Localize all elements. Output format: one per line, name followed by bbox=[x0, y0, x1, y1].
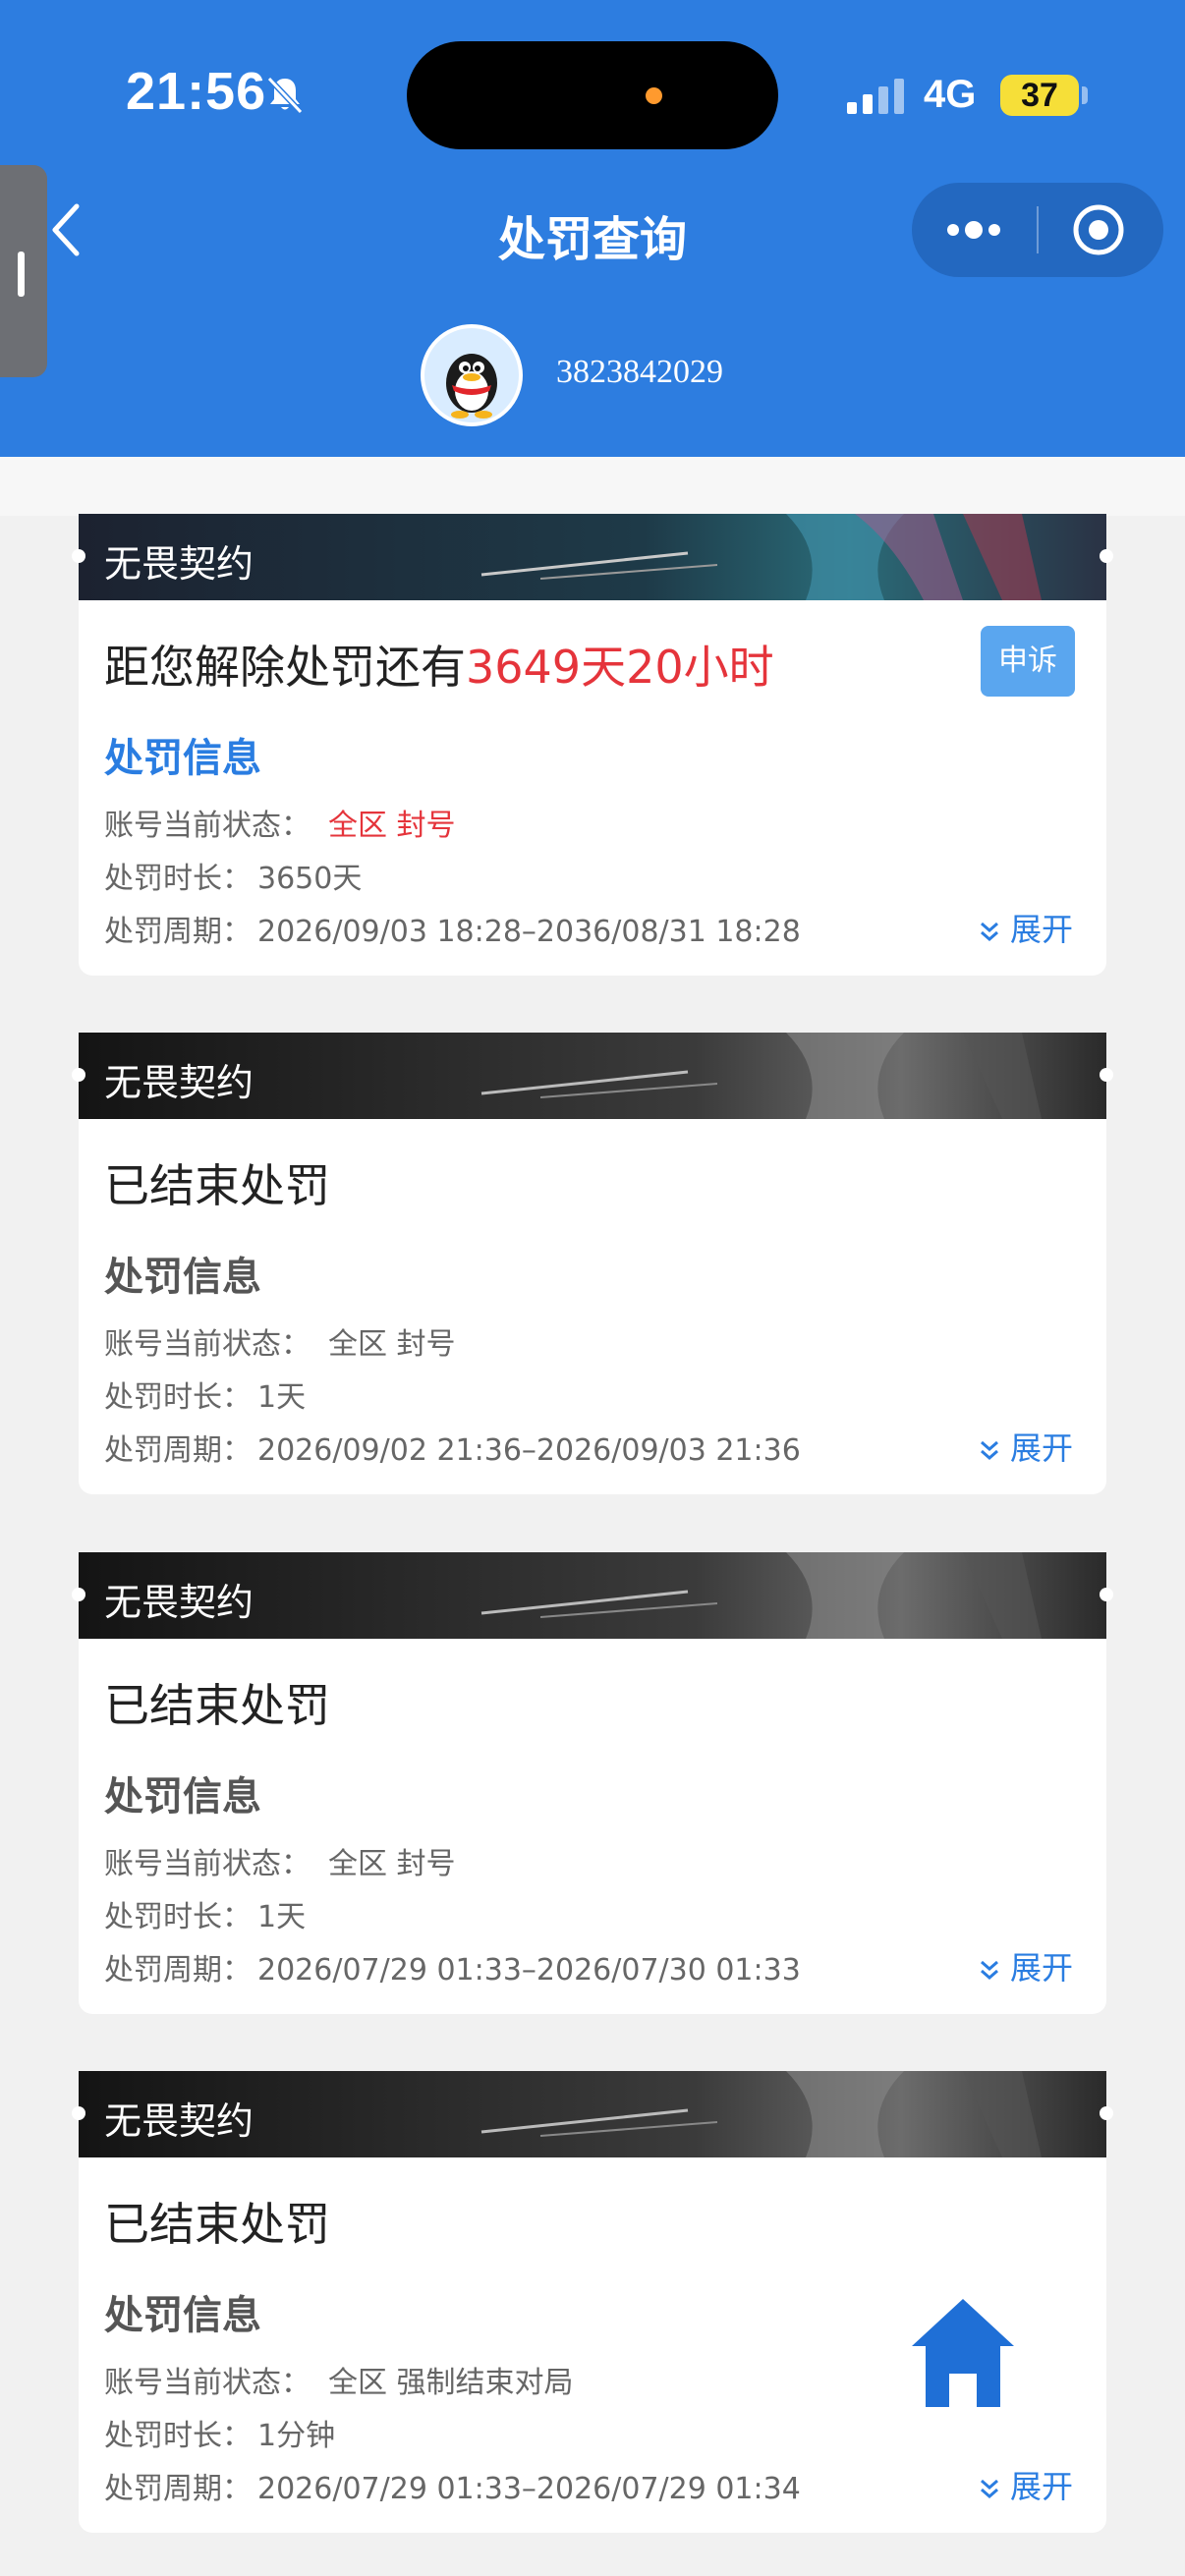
card-notch bbox=[1100, 2106, 1113, 2120]
penalty-period-row: 处罚周期： 2026/09/03 18:28–2036/08/31 18:28 bbox=[104, 907, 801, 950]
bell-muted-icon bbox=[266, 76, 304, 115]
game-name: 无畏契约 bbox=[104, 1061, 254, 1104]
expand-button[interactable]: 展开 bbox=[979, 1424, 1073, 1469]
penalty-duration-row: 处罚时长： 3650天 bbox=[104, 854, 362, 897]
penalty-duration-label: 处罚时长： bbox=[104, 1380, 252, 1415]
penalty-period-row: 处罚周期： 2026/07/29 01:33–2026/07/29 01:34 bbox=[104, 2464, 801, 2507]
remaining-time-headline: 距您解除处罚还有3649天20小时 bbox=[104, 632, 774, 697]
penalty-duration-label: 处罚时长： bbox=[104, 862, 252, 896]
chevron-double-down-icon bbox=[980, 922, 998, 941]
account-status-label: 账号当前状态： bbox=[104, 2366, 310, 2400]
penalty-duration-row: 处罚时长： 1天 bbox=[104, 1892, 306, 1935]
expand-button[interactable]: 展开 bbox=[979, 905, 1073, 950]
headline-prefix: 距您解除处罚还有 bbox=[104, 641, 466, 694]
account-status-label: 账号当前状态： bbox=[104, 1847, 310, 1881]
penalty-duration-label: 处罚时长： bbox=[104, 2419, 252, 2453]
card-notch bbox=[72, 1588, 85, 1601]
penalty-period-label: 处罚周期： bbox=[104, 1953, 252, 1988]
battery-indicator: 37 bbox=[1000, 75, 1079, 116]
account-status-value: 全区 封号 bbox=[328, 1327, 456, 1362]
account-status-row: 账号当前状态： 全区 强制结束对局 bbox=[104, 2358, 574, 2401]
home-indicator bbox=[0, 2560, 1185, 2576]
account-status-row: 账号当前状态： 全区 封号 bbox=[104, 1839, 456, 1882]
home-icon[interactable] bbox=[908, 2295, 1018, 2411]
card-notch bbox=[72, 549, 85, 563]
game-banner: 无畏契约 bbox=[79, 514, 1106, 600]
account-status-label: 账号当前状态： bbox=[104, 1327, 310, 1362]
account-status-row: 账号当前状态： 全区 封号 bbox=[104, 801, 456, 844]
network-label: 4G bbox=[924, 73, 977, 116]
penalty-period-value: 2026/09/03 18:28–2036/08/31 18:28 bbox=[257, 915, 801, 949]
penalty-duration-value: 1分钟 bbox=[257, 2419, 336, 2453]
penalty-period-label: 处罚周期： bbox=[104, 2472, 252, 2506]
penalty-duration-row: 处罚时长： 1分钟 bbox=[104, 2411, 335, 2454]
penalty-duration-value: 1天 bbox=[257, 1380, 307, 1415]
expand-button[interactable]: 展开 bbox=[979, 1943, 1073, 1988]
card-notch bbox=[72, 2106, 85, 2120]
penalty-ended-headline: 已结束处罚 bbox=[104, 1159, 330, 1212]
penalty-period-row: 处罚周期： 2026/07/29 01:33–2026/07/30 01:33 bbox=[104, 1945, 801, 1988]
card-notch bbox=[72, 1068, 85, 1082]
account-status-label: 账号当前状态： bbox=[104, 809, 310, 843]
capsule-divider bbox=[1037, 206, 1039, 253]
signal-icon bbox=[847, 79, 904, 114]
status-time: 21:56 bbox=[126, 62, 267, 121]
game-banner: 无畏契约 bbox=[79, 2071, 1106, 2157]
chevron-double-down-icon bbox=[980, 1440, 998, 1460]
penalty-period-label: 处罚周期： bbox=[104, 915, 252, 949]
account-status-value: 全区 封号 bbox=[328, 809, 456, 843]
appeal-button[interactable]: 申诉 bbox=[981, 626, 1075, 697]
penalty-period-label: 处罚周期： bbox=[104, 1433, 252, 1468]
penalty-info-title: 处罚信息 bbox=[104, 1255, 261, 1300]
expand-button[interactable]: 展开 bbox=[979, 2462, 1073, 2507]
penalty-period-value: 2026/07/29 01:33–2026/07/30 01:33 bbox=[257, 1953, 801, 1988]
game-banner: 无畏契约 bbox=[79, 1033, 1106, 1119]
card-notch bbox=[1100, 549, 1113, 563]
mini-program-capsule bbox=[912, 183, 1163, 277]
penalty-duration-row: 处罚时长： 1天 bbox=[104, 1372, 306, 1416]
penalty-duration-label: 处罚时长： bbox=[104, 1900, 252, 1934]
account-id: 3823842029 bbox=[556, 354, 723, 390]
game-name: 无畏契约 bbox=[104, 542, 254, 586]
chevron-double-down-icon bbox=[980, 1960, 998, 1980]
penalty-duration-value: 1天 bbox=[257, 1900, 307, 1934]
game-name: 无畏契约 bbox=[104, 2100, 254, 2143]
penalty-info-title: 处罚信息 bbox=[104, 1774, 261, 1820]
account-status-value: 全区 强制结束对局 bbox=[328, 2366, 574, 2400]
camera-indicator bbox=[646, 87, 662, 104]
qq-penguin-avatar bbox=[421, 324, 523, 426]
penalty-info-title: 处罚信息 bbox=[104, 736, 261, 781]
game-name: 无畏契约 bbox=[104, 1581, 254, 1624]
card-notch bbox=[1100, 1068, 1113, 1082]
sub-bar bbox=[0, 457, 1185, 516]
game-banner: 无畏契约 bbox=[79, 1552, 1106, 1639]
expand-label: 展开 bbox=[1009, 1429, 1073, 1467]
header: 21:56 4G 37 处罚查询 3823842029 bbox=[0, 0, 1185, 457]
expand-label: 展开 bbox=[1009, 1949, 1073, 1987]
card-notch bbox=[1100, 1588, 1113, 1601]
target-icon[interactable] bbox=[1071, 202, 1126, 257]
more-icon[interactable] bbox=[943, 218, 1004, 242]
penalty-card-ended: 无畏契约 已结束处罚 处罚信息 账号当前状态： 全区 封号 处罚时长： 1天 处罚周… bbox=[72, 1552, 1113, 2014]
penalty-period-row: 处罚周期： 2026/09/02 21:36–2026/09/03 21:36 bbox=[104, 1426, 801, 1469]
remaining-time-value: 3649天20小时 bbox=[466, 641, 774, 694]
account-status-value: 全区 封号 bbox=[328, 1847, 456, 1881]
penalty-period-value: 2026/07/29 01:33–2026/07/29 01:34 bbox=[257, 2472, 801, 2506]
penalty-ended-headline: 已结束处罚 bbox=[104, 2198, 330, 2251]
side-handle[interactable] bbox=[0, 165, 47, 377]
battery-tip bbox=[1082, 86, 1088, 104]
account-status-row: 账号当前状态： 全区 封号 bbox=[104, 1319, 456, 1363]
penalty-period-value: 2026/09/02 21:36–2026/09/03 21:36 bbox=[257, 1433, 801, 1468]
chevron-double-down-icon bbox=[980, 2479, 998, 2498]
expand-label: 展开 bbox=[1009, 911, 1073, 948]
penalty-info-title: 处罚信息 bbox=[104, 2293, 261, 2338]
penalty-duration-value: 3650天 bbox=[257, 862, 363, 896]
penalty-ended-headline: 已结束处罚 bbox=[104, 1679, 330, 1732]
penalty-card-active: 无畏契约 距您解除处罚还有3649天20小时 申诉 处罚信息 账号当前状态： 全区… bbox=[72, 514, 1113, 976]
expand-label: 展开 bbox=[1009, 2468, 1073, 2505]
dynamic-island bbox=[407, 41, 778, 149]
penalty-card-ended: 无畏契约 已结束处罚 处罚信息 账号当前状态： 全区 封号 处罚时长： 1天 处罚周… bbox=[72, 1033, 1113, 1494]
